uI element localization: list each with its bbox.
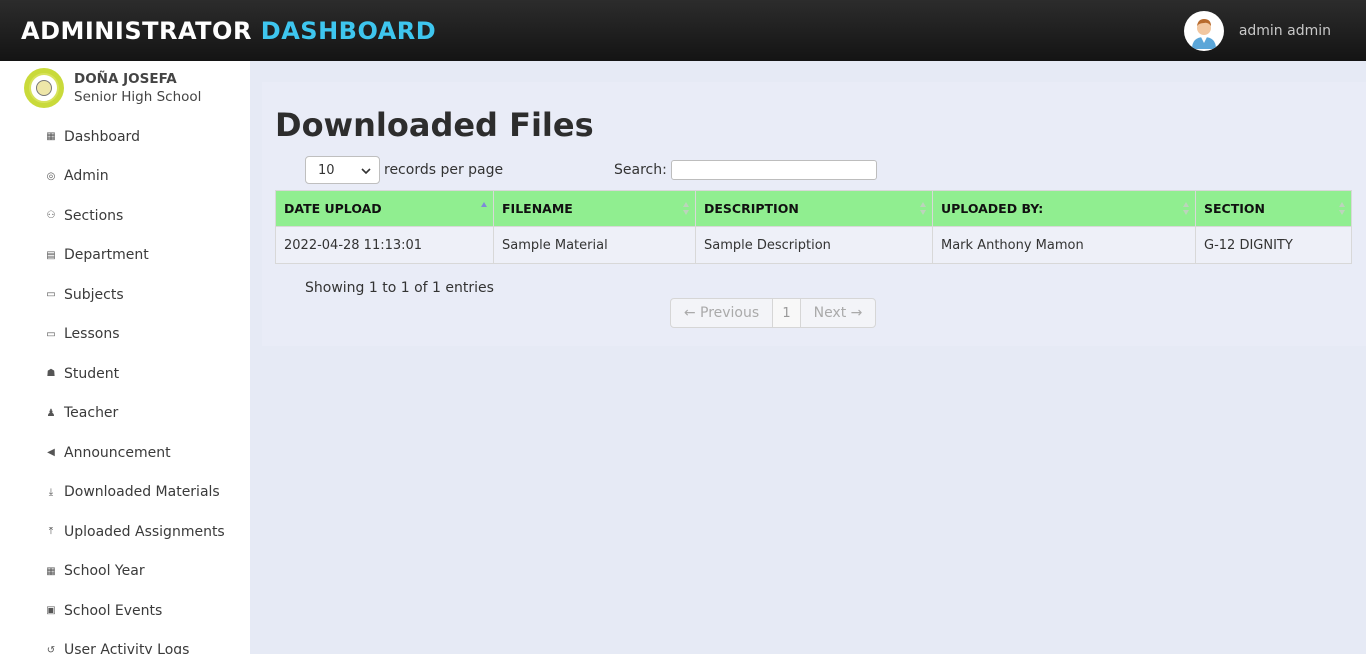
user-menu[interactable]: admin admin [1183, 11, 1331, 51]
sidebar-item-label: Student [64, 365, 120, 382]
column-header-uploaded-by[interactable]: UPLOADED BY: [932, 190, 1196, 227]
school-logo-icon [24, 68, 64, 108]
app-title-accent: DASHBOARD [260, 16, 437, 45]
records-per-page-control: 10 records per page [305, 156, 503, 184]
teacher-icon: ♟ [46, 407, 56, 419]
calendar-event-icon: ▣ [46, 605, 56, 617]
user-avatar-icon[interactable] [1183, 11, 1224, 51]
cell-date-upload: 2022-04-28 11:13:01 [275, 226, 494, 264]
sidebar-nav: ▦ Dashboard ◎ Admin ⚇ Sections ▤ Department … [0, 117, 250, 654]
top-bar: ADMINISTRATOR DASHBOARD admin admin [0, 0, 1366, 61]
sidebar-item-label: Teacher [64, 405, 119, 422]
previous-page-button[interactable]: ← Previous [671, 299, 772, 327]
sidebar-item-department[interactable]: ▤ Department [0, 236, 250, 276]
table-info: Showing 1 to 1 of 1 entries [305, 280, 494, 296]
column-header-label: UPLOADED BY: [941, 201, 1044, 216]
table-header-row: DATE UPLOAD FILENAME DESCRIPTION UPLOADE… [275, 190, 1352, 227]
page-title: Downloaded Files [275, 106, 594, 144]
subjects-icon: ▭ [46, 289, 56, 301]
sidebar-item-teacher[interactable]: ♟ Teacher [0, 394, 250, 434]
dashboard-icon: ▦ [46, 131, 56, 143]
column-header-label: DESCRIPTION [704, 201, 799, 216]
records-per-page-value: 10 [318, 162, 335, 178]
graduation-cap-icon: ☗ [46, 368, 56, 380]
column-header-description[interactable]: DESCRIPTION [695, 190, 933, 227]
admin-icon: ◎ [46, 170, 56, 182]
sort-icon [920, 202, 927, 216]
pagination: ← Previous 1 Next → [670, 298, 876, 328]
sort-ascending-icon [481, 202, 488, 216]
school-name: DOÑA JOSEFA Senior High School [74, 70, 201, 106]
cell-uploaded-by: Mark Anthony Mamon [932, 226, 1196, 264]
column-header-label: SECTION [1204, 201, 1265, 216]
search-input[interactable] [670, 160, 877, 180]
sort-icon [683, 202, 690, 216]
sidebar-item-school-year[interactable]: ▦ School Year [0, 552, 250, 592]
page-1-button[interactable]: 1 [772, 299, 801, 327]
search-label: Search: [614, 162, 667, 178]
app-title-main: ADMINISTRATOR [21, 16, 252, 45]
column-header-section[interactable]: SECTION [1195, 190, 1352, 227]
column-header-filename[interactable]: FILENAME [493, 190, 696, 227]
calendar-icon: ▦ [46, 565, 56, 577]
sections-icon: ⚇ [46, 210, 56, 222]
school-name-line1: DOÑA JOSEFA [74, 71, 177, 87]
chevron-down-icon [361, 163, 371, 178]
app-title: ADMINISTRATOR DASHBOARD [21, 17, 436, 45]
cell-filename: Sample Material [493, 226, 696, 264]
history-icon: ↺ [46, 644, 56, 654]
sort-icon [1183, 202, 1190, 216]
sidebar-item-label: Department [64, 247, 149, 264]
upload-icon: ⤒ [48, 526, 54, 538]
sidebar-item-lessons[interactable]: ▭ Lessons [0, 315, 250, 355]
department-icon: ▤ [46, 249, 56, 261]
next-page-button[interactable]: Next → [801, 299, 875, 327]
megaphone-icon: ◀ [47, 447, 55, 459]
sidebar-item-label: Downloaded Materials [64, 484, 220, 501]
sidebar-item-label: Sections [64, 207, 124, 224]
sidebar-item-announcement[interactable]: ◀ Announcement [0, 433, 250, 473]
column-header-date-upload[interactable]: DATE UPLOAD [275, 190, 494, 227]
sidebar-item-sections[interactable]: ⚇ Sections [0, 196, 250, 236]
cell-section: G-12 DIGNITY [1195, 226, 1352, 264]
sidebar-item-downloaded-materials[interactable]: ⤓ Downloaded Materials [0, 473, 250, 513]
table-row: 2022-04-28 11:13:01 Sample Material Samp… [275, 226, 1352, 264]
column-header-label: FILENAME [502, 201, 573, 216]
lessons-icon: ▭ [46, 328, 56, 340]
sidebar: DOÑA JOSEFA Senior High School ▦ Dashboar… [0, 61, 250, 654]
school-name-line2: Senior High School [74, 89, 202, 105]
sidebar-item-label: Uploaded Assignments [64, 523, 225, 540]
sidebar-item-label: School Events [64, 602, 163, 619]
sidebar-item-student[interactable]: ☗ Student [0, 354, 250, 394]
sidebar-item-school-events[interactable]: ▣ School Events [0, 591, 250, 631]
column-header-label: DATE UPLOAD [284, 201, 382, 216]
sidebar-item-label: Announcement [64, 444, 171, 461]
sidebar-item-label: School Year [64, 563, 145, 580]
search-control: Search: [614, 160, 877, 180]
sidebar-item-label: Admin [64, 168, 109, 185]
sidebar-item-admin[interactable]: ◎ Admin [0, 157, 250, 197]
sidebar-item-label: Lessons [64, 326, 120, 343]
user-name[interactable]: admin admin [1239, 23, 1331, 39]
sidebar-item-user-activity-logs[interactable]: ↺ User Activity Logs [0, 631, 250, 654]
sort-icon [1339, 202, 1346, 216]
sidebar-item-subjects[interactable]: ▭ Subjects [0, 275, 250, 315]
sidebar-item-dashboard[interactable]: ▦ Dashboard [0, 117, 250, 157]
sidebar-item-uploaded-assignments[interactable]: ⤒ Uploaded Assignments [0, 512, 250, 552]
sidebar-item-label: Dashboard [64, 128, 140, 145]
download-icon: ⤓ [48, 486, 54, 498]
records-per-page-select[interactable]: 10 [305, 156, 380, 184]
sidebar-item-label: Subjects [64, 286, 124, 303]
cell-description: Sample Description [695, 226, 933, 264]
school-brand: DOÑA JOSEFA Senior High School [0, 61, 250, 108]
sidebar-item-label: User Activity Logs [64, 642, 190, 654]
files-table: DATE UPLOAD FILENAME DESCRIPTION UPLOADE… [275, 190, 1352, 264]
records-per-page-label: records per page [384, 162, 504, 178]
